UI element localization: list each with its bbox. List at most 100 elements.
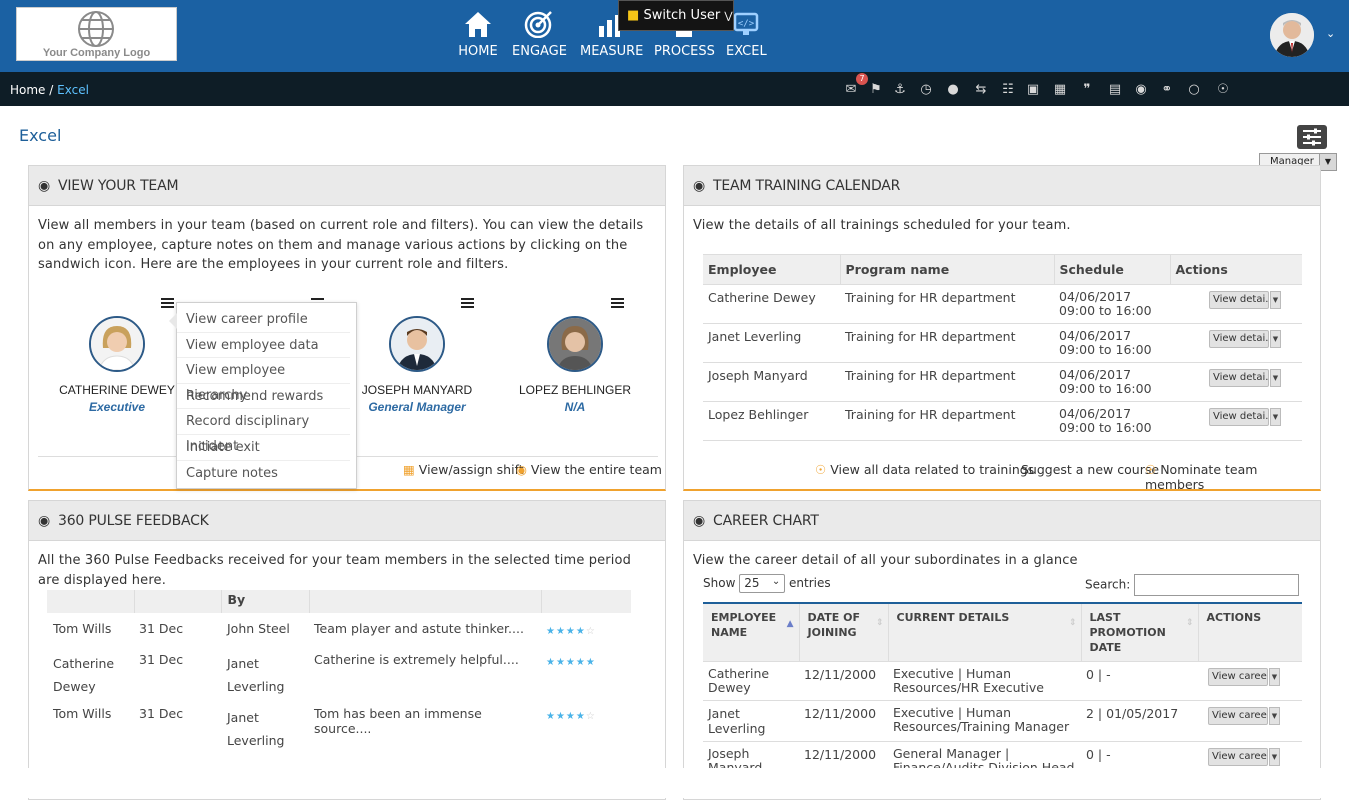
training-table: Employee Program name Schedule Actions C… — [703, 254, 1302, 441]
view-career-button[interactable]: View caree.. — [1208, 707, 1268, 725]
view-career-button[interactable]: View caree.. — [1208, 668, 1268, 686]
retweet-icon[interactable]: ⇆ — [973, 83, 989, 97]
table-row: Catherine Dewey 31 Dec Janet Leverling C… — [47, 644, 631, 698]
view-details-button[interactable]: View detai.. — [1209, 330, 1269, 348]
sandwich-menu-icon[interactable] — [161, 298, 174, 310]
mail-icon[interactable]: ✉ — [843, 83, 859, 97]
view-career-button[interactable]: View caree.. — [1208, 748, 1268, 766]
column-header-last-promotion-date[interactable]: LAST PROMOTION DATE ⇕ — [1081, 603, 1199, 662]
cell-program: Training for HR department — [845, 407, 1016, 422]
sort-icon: ⇕ — [875, 618, 884, 628]
caret-down-icon[interactable]: ▼ — [1270, 408, 1281, 426]
column-header — [309, 590, 542, 613]
column-header[interactable]: Program name — [840, 254, 1055, 285]
column-header-actions: ACTIONS — [1206, 611, 1262, 624]
menu-item-record-disciplinary-incident[interactable]: Record disciplinary incident — [177, 409, 350, 454]
nav-measure-label: MEASURE — [580, 44, 644, 59]
table-row: Lopez Behlinger Training for HR departme… — [703, 402, 1302, 441]
column-header-date-of-joining[interactable]: DATE OF JOINING ⇕ — [799, 603, 889, 662]
column-header-current-details[interactable]: CURRENT DETAILS ⇕ — [888, 603, 1082, 662]
cell-details: Executive | Human Resources/Training Man… — [893, 705, 1070, 734]
view-details-button[interactable]: View detai.. — [1209, 291, 1269, 309]
caret-down-icon[interactable]: ▼ — [1270, 291, 1281, 309]
quote-icon[interactable]: ❞ — [1079, 83, 1095, 97]
comments-icon: ◉ — [38, 513, 51, 529]
bookmark-icon[interactable]: ⚑ — [868, 83, 884, 97]
chevron-down-icon[interactable]: ⌄ — [1326, 27, 1335, 40]
eye-icon: ☉ — [1145, 462, 1157, 477]
column-header-employee-name[interactable]: EMPLOYEE NAME ▲ — [703, 603, 800, 662]
nav-engage[interactable]: ENGAGE — [512, 10, 567, 59]
svg-text:</>: </> — [738, 19, 755, 29]
cell-date: 04/06/2017 — [1059, 328, 1132, 343]
caret-down-icon[interactable]: ▼ — [1269, 748, 1280, 766]
cell-employee: Joseph Manyard — [708, 368, 808, 383]
employee-card[interactable]: LOPEZ BEHLINGER N/A — [505, 316, 645, 414]
sandwich-menu-icon[interactable] — [611, 298, 624, 310]
column-header — [134, 590, 222, 613]
anchor-icon[interactable]: ⚓ — [892, 83, 908, 97]
employee-card[interactable]: CATHERINE DEWEY Executive — [47, 316, 187, 414]
breadcrumb-home[interactable]: Home — [10, 83, 45, 97]
company-logo[interactable]: Your Company Logo — [16, 7, 177, 61]
cell-name: Janet Leverling — [708, 706, 766, 736]
column-header[interactable]: Actions — [1170, 255, 1302, 285]
view-details-button[interactable]: View detai.. — [1209, 408, 1269, 426]
menu-item-view-career-profile[interactable]: View career profile — [177, 307, 350, 333]
lightbulb-icon[interactable]: ☉ — [1215, 83, 1231, 97]
comment-icon[interactable]: ● — [945, 83, 961, 97]
clock-icon[interactable]: ◷ — [918, 83, 934, 97]
column-header[interactable]: Schedule — [1054, 254, 1171, 285]
calendar-icon[interactable]: ▦ — [1052, 83, 1068, 97]
entries-value: 25 — [744, 576, 760, 590]
menu-item-initiate-exit[interactable]: Initiate exit — [177, 435, 350, 461]
menu-item-recommend-rewards[interactable]: Recommend rewards — [177, 384, 350, 410]
view-details-button[interactable]: View detai.. — [1209, 369, 1269, 387]
cell-time: 09:00 to 16:00 — [1059, 303, 1152, 318]
cell-joining: 12/11/2000 — [804, 706, 877, 721]
suggest-course-link[interactable]: Suggest a new course — [1021, 462, 1159, 477]
employee-role: N/A — [564, 400, 586, 414]
link-icon[interactable]: ⚭ — [1159, 83, 1175, 97]
address-book-icon[interactable]: ▣ — [1025, 83, 1041, 97]
mail-badge: 7 — [856, 73, 868, 85]
link-label: View all data related to trainings — [830, 462, 1035, 477]
entries-label: entries — [789, 576, 831, 590]
caret-down-icon[interactable]: ▼ — [1269, 707, 1280, 725]
menu-item-view-employee-data[interactable]: View employee data — [177, 333, 350, 359]
breadcrumb: Home / Excel — [10, 83, 89, 97]
employee-role: General Manager — [368, 400, 466, 414]
caret-down-icon[interactable]: ▼ — [1270, 369, 1281, 387]
avatar[interactable] — [1270, 13, 1314, 57]
menu-item-view-employee-hierarchy[interactable]: View employee hierarchy — [177, 358, 350, 403]
users-icon: ◉ — [516, 462, 527, 477]
view-training-data-link[interactable]: ☉ View all data related to trainings — [815, 462, 1034, 477]
search-input[interactable] — [1134, 574, 1300, 596]
home-icon — [465, 12, 491, 37]
caret-down-icon[interactable]: ▼ — [1270, 330, 1281, 348]
filter-settings-button[interactable] — [1297, 125, 1327, 149]
breadcrumb-current[interactable]: Excel — [57, 83, 89, 97]
table-row: Tom Wills 31 Dec Janet Leverling Tom has… — [47, 698, 631, 752]
menu-item-capture-notes[interactable]: Capture notes — [177, 461, 350, 487]
switch-user-label: Switch User — [643, 8, 721, 23]
nav-home[interactable]: HOME — [457, 10, 499, 59]
table-row: Tom Wills 31 Dec John Steel Team player … — [47, 613, 631, 644]
column-header[interactable]: Employee — [703, 254, 841, 285]
caret-down-icon[interactable]: ▼ — [1269, 668, 1280, 686]
nominate-members-link[interactable]: ☉ Nominate team members — [1145, 462, 1320, 492]
list-alt-icon[interactable]: ▤ — [1107, 83, 1123, 97]
view-entire-team-link[interactable]: ◉ View the entire team — [516, 462, 662, 477]
sandwich-menu-icon[interactable] — [461, 298, 474, 310]
entries-select[interactable]: 25 ⌄ — [739, 574, 786, 593]
comments-icon[interactable]: ◉ — [1133, 83, 1149, 97]
comment-outline-icon[interactable]: ○ — [1186, 83, 1202, 97]
employee-card[interactable]: JOSEPH MANYARD General Manager — [347, 316, 487, 414]
sitemap-icon[interactable]: ☷ — [1000, 83, 1016, 97]
view-assign-shift-link[interactable]: ▦ View/assign shift — [403, 462, 524, 477]
table-row: Janet Leverling 12/11/2000 Executive | H… — [703, 701, 1302, 742]
column-header[interactable]: By — [221, 590, 310, 613]
employee-name: JOSEPH MANYARD — [361, 383, 473, 397]
cell-by: John Steel — [227, 621, 290, 636]
switch-user-button[interactable]: ■ Switch User ⋁ — [618, 0, 734, 31]
